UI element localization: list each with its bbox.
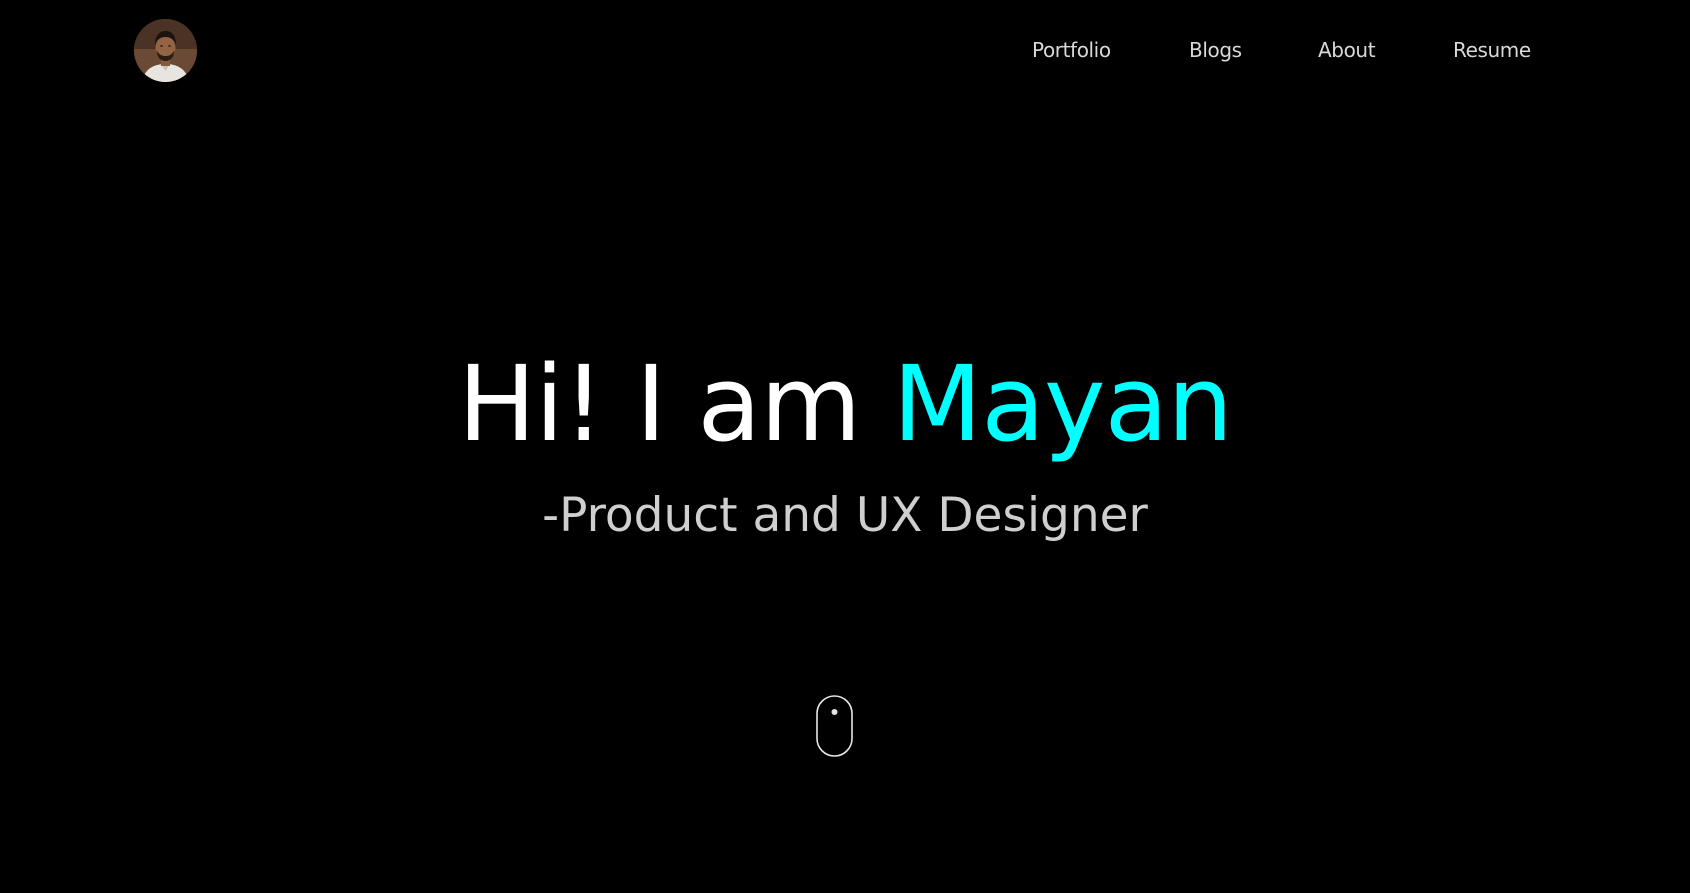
hero-greeting: Hi! I am — [457, 343, 893, 465]
nav-link-blogs[interactable]: Blogs — [1189, 37, 1242, 63]
scroll-down-indicator[interactable] — [816, 695, 853, 757]
nav-link-resume[interactable]: Resume — [1453, 37, 1531, 63]
hero-subtitle: -Product and UX Designer — [542, 488, 1148, 543]
site-header: Portfolio Blogs About Resume — [0, 0, 1690, 100]
hero-title: Hi! I am Mayan — [0, 343, 1690, 465]
main-nav: Portfolio Blogs About Resume — [0, 0, 1690, 100]
mouse-scroll-icon — [816, 695, 853, 757]
nav-link-about[interactable]: About — [1318, 37, 1376, 63]
hero-name: Mayan — [892, 343, 1234, 465]
nav-link-portfolio[interactable]: Portfolio — [1032, 37, 1111, 63]
